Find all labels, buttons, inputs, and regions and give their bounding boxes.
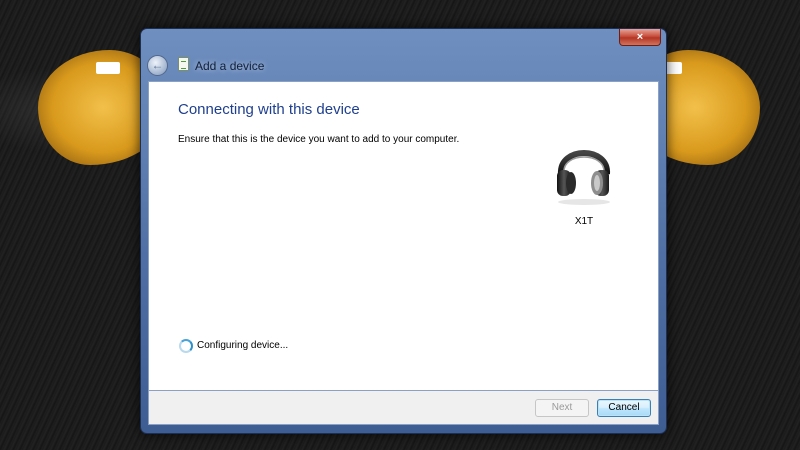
desktop-background: ← Add a device × Connecting with this de… [0,0,800,450]
device-name: X1T [574,216,594,227]
button-bar: Next Cancel [148,391,659,425]
title-bar[interactable]: ← Add a device × [141,29,666,81]
close-button[interactable]: × [619,29,661,46]
back-arrow-icon: ← [151,58,164,72]
next-button[interactable]: Next [535,399,589,417]
back-button[interactable]: ← [147,55,168,76]
add-device-icon [178,57,189,71]
eye-glint [96,62,120,74]
window-title: Add a device [195,59,265,73]
add-device-window: ← Add a device × Connecting with this de… [140,28,667,434]
close-icon: × [636,31,644,43]
page-heading: Connecting with this device [178,101,360,118]
wizard-content: Connecting with this device Ensure that … [148,81,659,391]
status-text: Configuring device... [197,340,289,351]
spinner-icon [179,339,193,353]
headphones-icon [557,150,610,205]
instruction-text: Ensure that this is the device you want … [178,134,460,145]
cancel-button[interactable]: Cancel [597,399,651,417]
